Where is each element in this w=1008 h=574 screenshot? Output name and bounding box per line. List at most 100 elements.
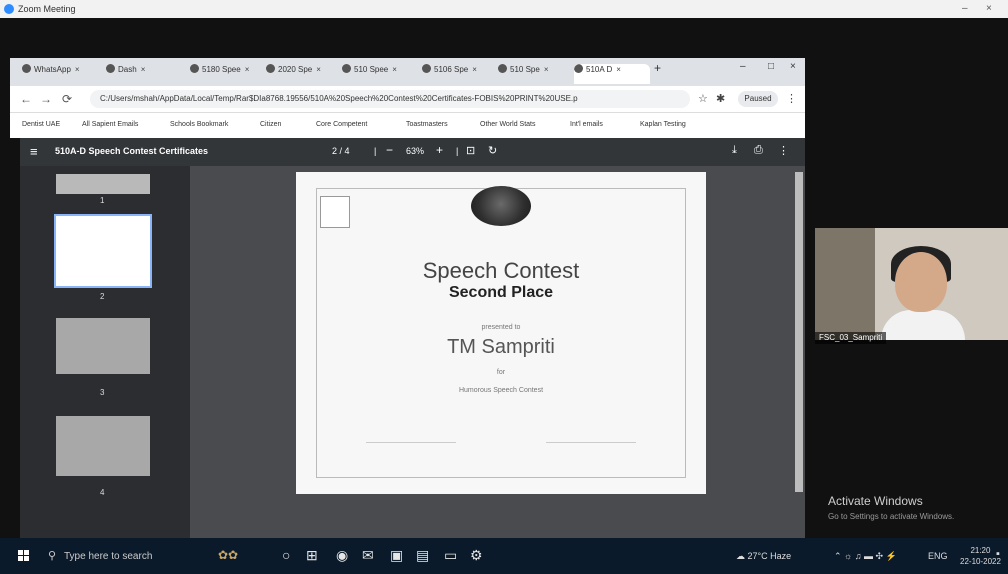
system-tray-icons[interactable]: ⌃ ☼ ♫ ▬ ✣ ⚡ xyxy=(834,551,897,562)
extensions-icon[interactable]: ✱ xyxy=(716,92,725,105)
forward-icon[interactable]: → xyxy=(40,92,52,106)
download-icon[interactable]: ⤓ xyxy=(732,144,737,157)
task-view-icon[interactable]: ⊞ xyxy=(306,547,318,564)
chrome-icon xyxy=(422,64,431,73)
zoom-level[interactable]: 63% xyxy=(406,146,424,156)
bookmark-item[interactable]: Dentist UAE xyxy=(22,121,60,128)
store-icon[interactable]: ▤ xyxy=(416,547,429,564)
divider: | xyxy=(456,146,459,156)
reload-icon[interactable]: ⟳ xyxy=(62,92,72,106)
for-label: for xyxy=(496,369,506,376)
participant-name-label: FSC_03_Sampriti xyxy=(815,332,887,344)
scrollbar[interactable] xyxy=(795,172,803,492)
url-field[interactable]: C:/Users/mshah/AppData/Local/Temp/Rar$DI… xyxy=(90,90,690,108)
close-browser-icon[interactable]: × xyxy=(790,61,802,81)
clock[interactable]: 21:20 22-10-2022 xyxy=(960,545,1001,567)
zoom-in-button[interactable]: + xyxy=(436,143,443,157)
back-icon[interactable]: ← xyxy=(20,92,32,106)
file-explorer-icon[interactable]: ▣ xyxy=(390,547,403,564)
participant-face xyxy=(895,252,947,312)
zoom-out-button[interactable]: − xyxy=(386,143,393,157)
close-icon[interactable]: × xyxy=(986,3,992,14)
taskbar-search-input[interactable]: Type here to search xyxy=(64,551,152,562)
rotate-icon[interactable]: ↻ xyxy=(488,144,497,157)
thumbnail-number: 1 xyxy=(100,196,105,205)
browser-tab[interactable]: Dash × xyxy=(106,64,186,84)
corner-ornament xyxy=(320,196,350,228)
browser-tab-active[interactable]: 510A D × xyxy=(574,64,650,84)
new-tab-button[interactable]: + xyxy=(654,61,670,81)
zoom-title-bar: Zoom Meeting – × xyxy=(0,0,1008,18)
bookmark-item[interactable]: Int'l emails xyxy=(570,121,603,128)
notifications-icon[interactable]: ▪ xyxy=(996,548,1000,560)
drive-icon xyxy=(106,64,115,73)
address-bar-row: ← → ⟳ C:/Users/mshah/AppData/Local/Temp/… xyxy=(10,86,805,112)
thumbnail-number: 3 xyxy=(100,388,105,397)
certificate-place: Second Place xyxy=(448,284,554,301)
signature-line xyxy=(546,442,636,443)
language-indicator[interactable]: ENG xyxy=(928,551,948,561)
chrome-icon xyxy=(498,64,507,73)
weather-widget[interactable]: ☁ 27°C Haze xyxy=(736,551,791,562)
thumbnail-number: 2 xyxy=(100,292,105,301)
page-thumbnail-selected[interactable] xyxy=(54,214,152,288)
minimize-browser-icon[interactable]: – xyxy=(740,61,752,81)
whatsapp-icon xyxy=(22,64,31,73)
more-menu-icon[interactable]: ⋮ xyxy=(786,92,797,105)
pdf-toolbar: ≡ 510A-D Speech Contest Certificates 2 /… xyxy=(20,138,805,166)
news-widget-icon[interactable]: ✿✿ xyxy=(218,548,238,562)
chrome-taskbar-icon[interactable]: ◉ xyxy=(336,547,348,564)
chrome-icon xyxy=(342,64,351,73)
browser-tab[interactable]: 510 Spee × xyxy=(342,64,418,84)
menu-icon[interactable]: ≡ xyxy=(30,144,38,159)
page-thumbnail[interactable] xyxy=(56,174,150,194)
page-thumbnail[interactable] xyxy=(56,416,150,476)
windows-taskbar: ⚲ Type here to search ✿✿ ○ ⊞ ◉ ✉ ▣ ▤ ▭ ⚙… xyxy=(0,538,1008,574)
cortana-icon[interactable]: ○ xyxy=(282,547,290,563)
browser-tab[interactable]: WhatsApp × xyxy=(22,64,102,84)
clock-date: 22-10-2022 xyxy=(960,557,1001,566)
certificate-border xyxy=(316,188,686,478)
print-icon[interactable]: ⎙ xyxy=(754,144,763,157)
bookmark-item[interactable]: Citizen xyxy=(260,121,281,128)
browser-tab[interactable]: 5180 Spee × xyxy=(190,64,262,84)
recipient-name: TM Sampriti xyxy=(447,336,555,358)
bookmark-item[interactable]: Schools Bookmark xyxy=(170,121,228,128)
tab-strip: WhatsApp × Dash × 5180 Spee × 2020 Spe × 510… xyxy=(10,58,805,86)
thumbnail-number: 4 xyxy=(100,488,105,497)
profile-button[interactable]: Paused xyxy=(738,91,778,107)
zoom-taskbar-icon[interactable]: ▭ xyxy=(444,547,457,564)
search-icon[interactable]: ⚲ xyxy=(48,549,56,562)
mail-icon[interactable]: ✉ xyxy=(362,547,374,564)
bookmark-item[interactable]: All Sapient Emails xyxy=(82,121,138,128)
chrome-icon xyxy=(190,64,199,73)
browser-window: WhatsApp × Dash × 5180 Spee × 2020 Spe × 510… xyxy=(10,58,805,138)
page-indicator[interactable]: 2 / 4 xyxy=(332,146,350,156)
browser-tab[interactable]: 510 Spe × xyxy=(498,64,570,84)
certificate-title: Speech Contest xyxy=(422,258,580,283)
presented-to-label: presented to xyxy=(481,324,521,331)
chrome-icon xyxy=(266,64,275,73)
fit-page-icon[interactable]: ⊡ xyxy=(466,144,475,157)
bookmark-item[interactable]: Core Competent xyxy=(316,121,367,128)
windows-start-icon[interactable] xyxy=(18,550,30,562)
zoom-logo-icon xyxy=(4,4,14,14)
toastmasters-logo-icon xyxy=(471,186,531,226)
maximize-browser-icon[interactable]: □ xyxy=(768,61,780,81)
settings-icon[interactable]: ⚙ xyxy=(470,547,483,564)
bookmark-item[interactable]: Other World Stats xyxy=(480,121,536,128)
participant-video[interactable] xyxy=(815,228,1008,340)
bookmark-item[interactable]: Kaplan Testing xyxy=(640,121,686,128)
browser-tab[interactable]: 5106 Spe × xyxy=(422,64,494,84)
contest-name: Humorous Speech Contest xyxy=(458,387,544,394)
activate-windows-subtitle: Go to Settings to activate Windows. xyxy=(828,512,955,521)
bookmark-item[interactable]: Toastmasters xyxy=(406,121,448,128)
browser-tab[interactable]: 2020 Spe × xyxy=(266,64,338,84)
signature-line xyxy=(366,442,456,443)
minimize-icon[interactable]: – xyxy=(962,3,968,14)
more-options-icon[interactable]: ⋮ xyxy=(778,144,789,157)
pdf-document-title: 510A-D Speech Contest Certificates xyxy=(55,146,209,156)
zoom-window-title: Zoom Meeting xyxy=(18,4,76,14)
star-icon[interactable]: ☆ xyxy=(698,92,708,105)
page-thumbnail[interactable] xyxy=(56,318,150,374)
